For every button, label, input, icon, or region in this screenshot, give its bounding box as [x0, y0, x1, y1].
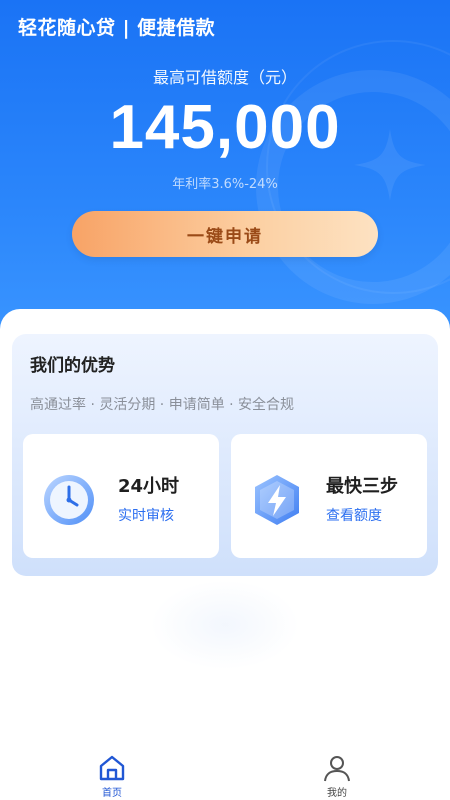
feature-subtitle: 实时审核	[118, 508, 174, 524]
apply-button[interactable]: 一键申请	[72, 211, 378, 257]
user-icon	[324, 756, 350, 782]
feature-title: 最快三步	[326, 476, 398, 497]
tab-label: 我的	[327, 788, 347, 799]
bottom-tab-bar: 首页 我的	[0, 748, 450, 800]
limit-amount: 145,000	[109, 93, 341, 162]
feature-card-24h[interactable]: 24小时 实时审核	[23, 434, 219, 558]
main-content: 我们的优势 高通过率 · 灵活分期 · 申请简单 · 安全合规 24小时 实时审…	[0, 309, 450, 800]
interest-rate: 年利率3.6%-24%	[172, 177, 278, 192]
advantages-title: 我们的优势	[30, 356, 115, 376]
feature-title: 24小时	[118, 476, 180, 497]
feature-subtitle: 查看额度	[326, 508, 382, 524]
decorative-glow	[150, 580, 300, 670]
tab-label: 首页	[102, 788, 122, 799]
clock-icon	[44, 475, 94, 525]
limit-label: 最高可借额度（元）	[152, 68, 297, 87]
tab-mine[interactable]: 我的	[297, 754, 377, 799]
hero-banner: 轻花随心贷 | 便捷借款 最高可借额度（元） 145,000 年利率3.6%-2…	[0, 0, 450, 340]
advantages-card: 我们的优势 高通过率 · 灵活分期 · 申请简单 · 安全合规 24小时 实时审…	[12, 334, 438, 576]
advantages-tags: 高通过率 · 灵活分期 · 申请简单 · 安全合规	[30, 397, 295, 413]
tab-home[interactable]: 首页	[72, 754, 152, 799]
feature-card-three-steps[interactable]: 最快三步 查看额度	[231, 434, 427, 558]
lightning-icon	[255, 475, 299, 525]
app-title: 轻花随心贷 | 便捷借款	[18, 17, 216, 39]
home-icon	[99, 755, 125, 781]
